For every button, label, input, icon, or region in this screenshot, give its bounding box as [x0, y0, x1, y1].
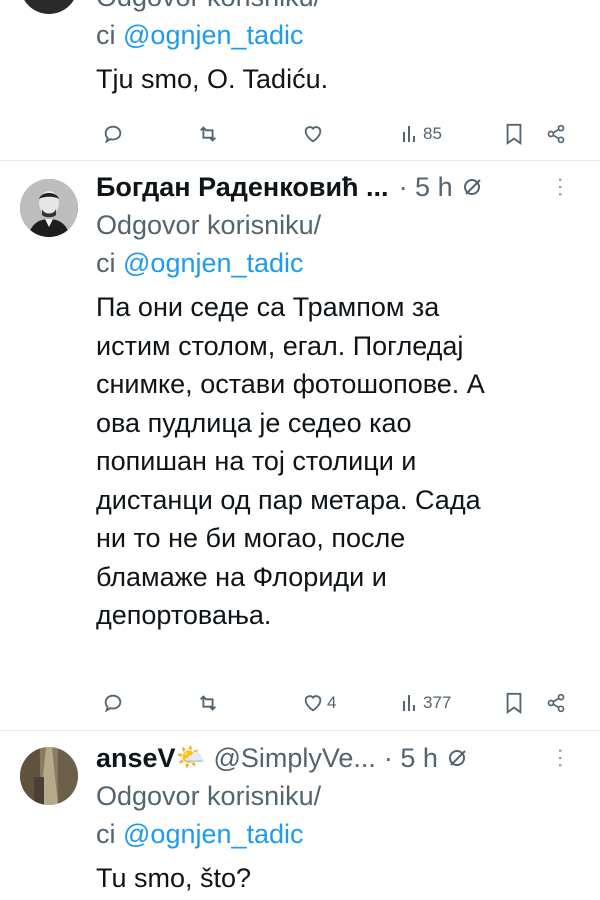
reply-handle-link[interactable]: @ognjen_tadic: [123, 248, 304, 278]
tweet-3[interactable]: anseV 🌤️ @SimplyVe... · 5 h ··· Odgovor …: [0, 731, 600, 900]
views-button[interactable]: 85: [402, 119, 442, 149]
text-line: ова пудлица је седео као: [96, 407, 412, 438]
text-line: дистанци од пар метара. Сада: [96, 484, 481, 515]
text-line: истим столом, егал. Погледај: [96, 330, 464, 361]
weather-emoji: 🌤️: [175, 744, 206, 771]
reply-button[interactable]: [102, 119, 124, 149]
grok-icon[interactable]: [446, 746, 470, 770]
repost-button[interactable]: [196, 688, 220, 718]
views-count: 85: [423, 124, 442, 143]
reply-context-line2: ci @ognjen_tadic: [96, 20, 304, 50]
share-button[interactable]: [546, 119, 566, 149]
tweet-header: Богдан Раденковић ... · 5 h ···: [96, 168, 582, 206]
bookmark-icon: [506, 692, 522, 714]
grok-icon[interactable]: [461, 175, 485, 199]
reply-context-line1: Odgovor korisniku/: [96, 210, 322, 240]
reply-icon: [104, 694, 122, 713]
reply-button[interactable]: [102, 688, 124, 718]
heart-icon: [304, 695, 322, 712]
repost-icon: [200, 126, 216, 142]
share-button[interactable]: [546, 688, 566, 718]
tweet-1[interactable]: Odgovor korisniku/ ci @ognjen_tadic Tju …: [0, 0, 600, 160]
like-button[interactable]: [302, 119, 324, 149]
repost-icon: [200, 695, 216, 711]
bookmark-icon: [506, 123, 522, 145]
heart-icon: [304, 126, 322, 143]
share-icon: [547, 693, 565, 713]
timestamp[interactable]: · 5 h: [399, 168, 453, 206]
user-handle[interactable]: @SimplyVe...: [213, 739, 375, 777]
views-count: 377: [423, 693, 452, 712]
reply-context-line1: Odgovor korisniku/: [96, 781, 322, 811]
more-icon[interactable]: ···: [549, 747, 574, 769]
avatar-portrait: [20, 179, 78, 237]
avatar-photo: [20, 747, 78, 805]
repost-button[interactable]: [196, 119, 220, 149]
tweet-text: Па они седе са Трампом за истим столом, …: [96, 288, 582, 635]
avatar[interactable]: [20, 179, 78, 237]
text-line: депортовања.: [96, 600, 272, 630]
text-line: Па они седе са Трампом за: [96, 292, 440, 322]
like-button[interactable]: 4: [302, 688, 336, 718]
text-line: ни то не би могао, после: [96, 523, 406, 553]
more-icon[interactable]: ···: [549, 176, 574, 198]
tweet-2[interactable]: Богдан Раденковић ... · 5 h ··· Odgovor …: [0, 161, 600, 730]
reply-handle-link[interactable]: @ognjen_tadic: [123, 20, 304, 50]
views-icon: [403, 126, 415, 142]
action-bar: 4 377: [96, 688, 582, 718]
tweet-text: Tu smo, što?: [96, 863, 252, 893]
likes-count: 4: [327, 693, 337, 712]
tweet-text: Tju smo, O. Tadiću.: [96, 64, 329, 94]
action-bar: 85: [96, 119, 582, 149]
share-icon: [547, 124, 565, 144]
display-name[interactable]: Богдан Раденковић ...: [96, 168, 389, 206]
text-line: снимке, остави фотошопове. А: [96, 369, 485, 399]
avatar[interactable]: [20, 747, 78, 805]
bookmark-button[interactable]: [504, 119, 524, 149]
avatar[interactable]: [20, 0, 78, 14]
reply-context-line2: ci @ognjen_tadic: [96, 248, 304, 278]
tweet-header: anseV 🌤️ @SimplyVe... · 5 h ···: [96, 739, 582, 777]
reply-context-line2: ci @ognjen_tadic: [96, 819, 304, 849]
views-button[interactable]: 377: [402, 688, 451, 718]
reply-context-line1: Odgovor korisniku/: [96, 0, 582, 16]
timestamp[interactable]: · 5 h: [384, 739, 438, 777]
bookmark-button[interactable]: [504, 688, 524, 718]
text-line: бламаже на Флориди и: [96, 561, 387, 592]
reply-handle-link[interactable]: @ognjen_tadic: [123, 819, 304, 849]
text-line: попишан на тој столици и: [96, 446, 417, 476]
views-icon: [403, 695, 415, 711]
display-name[interactable]: anseV: [96, 739, 176, 777]
reply-icon: [104, 125, 122, 144]
